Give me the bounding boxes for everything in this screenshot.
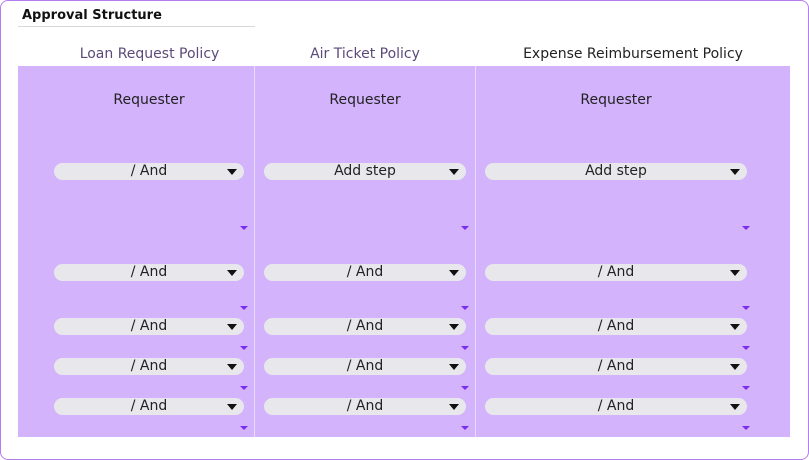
approval-step-select[interactable]: / And	[264, 318, 466, 335]
caret-down-icon	[227, 324, 237, 330]
caret-down-icon	[227, 169, 237, 175]
chevron-down-icon[interactable]	[461, 346, 469, 350]
select-value: Add step	[585, 163, 647, 179]
chevron-down-icon[interactable]	[240, 426, 248, 430]
caret-down-icon	[730, 324, 740, 330]
caret-down-icon	[449, 270, 459, 276]
column-panel-air-ticket	[255, 66, 475, 437]
approval-step-select[interactable]: / And	[485, 398, 747, 415]
chevron-down-icon[interactable]	[742, 426, 750, 430]
select-value: / And	[346, 264, 384, 280]
chevron-down-icon[interactable]	[461, 386, 469, 390]
requester-label: Requester	[113, 92, 185, 108]
caret-down-icon	[730, 169, 740, 175]
chevron-down-icon[interactable]	[461, 426, 469, 430]
select-value: / And	[597, 264, 635, 280]
caret-down-icon	[227, 364, 237, 370]
chevron-down-icon[interactable]	[461, 226, 469, 230]
select-value: / And	[130, 163, 168, 179]
select-value: / And	[346, 318, 384, 334]
chevron-down-icon[interactable]	[240, 226, 248, 230]
select-value: / And	[597, 398, 635, 414]
select-value: / And	[346, 358, 384, 374]
approval-step-select[interactable]: / And	[485, 318, 747, 335]
column-divider	[475, 66, 476, 437]
select-value: Add step	[334, 163, 396, 179]
approval-step-select[interactable]: Add step	[264, 163, 466, 180]
column-header-air-ticket: Air Ticket Policy	[310, 46, 420, 62]
chevron-down-icon[interactable]	[461, 306, 469, 310]
chevron-down-icon[interactable]	[240, 346, 248, 350]
requester-label: Requester	[329, 92, 401, 108]
select-value: / And	[597, 358, 635, 374]
chevron-down-icon[interactable]	[742, 346, 750, 350]
approval-step-select[interactable]: / And	[485, 358, 747, 375]
select-value: / And	[130, 264, 168, 280]
caret-down-icon	[449, 324, 459, 330]
chevron-down-icon[interactable]	[240, 306, 248, 310]
requester-label: Requester	[580, 92, 652, 108]
select-value: / And	[130, 398, 168, 414]
caret-down-icon	[449, 404, 459, 410]
title-divider	[18, 26, 255, 27]
approval-step-select[interactable]: / And	[264, 398, 466, 415]
approval-step-select[interactable]: / And	[54, 398, 244, 415]
approval-step-select[interactable]: / And	[264, 358, 466, 375]
approval-step-select[interactable]: / And	[54, 318, 244, 335]
select-value: / And	[130, 318, 168, 334]
approval-step-select[interactable]: / And	[54, 358, 244, 375]
caret-down-icon	[730, 270, 740, 276]
approval-step-select[interactable]: Add step	[485, 163, 747, 180]
column-header-loan-request: Loan Request Policy	[79, 46, 220, 62]
chevron-down-icon[interactable]	[240, 386, 248, 390]
section-title: Approval Structure	[22, 8, 162, 23]
chevron-down-icon[interactable]	[742, 226, 750, 230]
column-header-expense-reimbursement: Expense Reimbursement Policy	[523, 46, 743, 62]
caret-down-icon	[730, 364, 740, 370]
caret-down-icon	[449, 364, 459, 370]
select-value: / And	[130, 358, 168, 374]
column-panel-expense-reimbursement	[476, 66, 790, 437]
caret-down-icon	[227, 404, 237, 410]
approval-step-select[interactable]: / And	[264, 264, 466, 281]
chevron-down-icon[interactable]	[742, 386, 750, 390]
approval-step-select[interactable]: / And	[485, 264, 747, 281]
approval-step-select[interactable]: / And	[54, 264, 244, 281]
approval-step-select[interactable]: / And	[54, 163, 244, 180]
caret-down-icon	[730, 404, 740, 410]
column-panel-loan-request	[18, 66, 254, 437]
select-value: / And	[346, 398, 384, 414]
column-divider	[254, 66, 255, 437]
caret-down-icon	[449, 169, 459, 175]
select-value: / And	[597, 318, 635, 334]
chevron-down-icon[interactable]	[742, 306, 750, 310]
caret-down-icon	[227, 270, 237, 276]
